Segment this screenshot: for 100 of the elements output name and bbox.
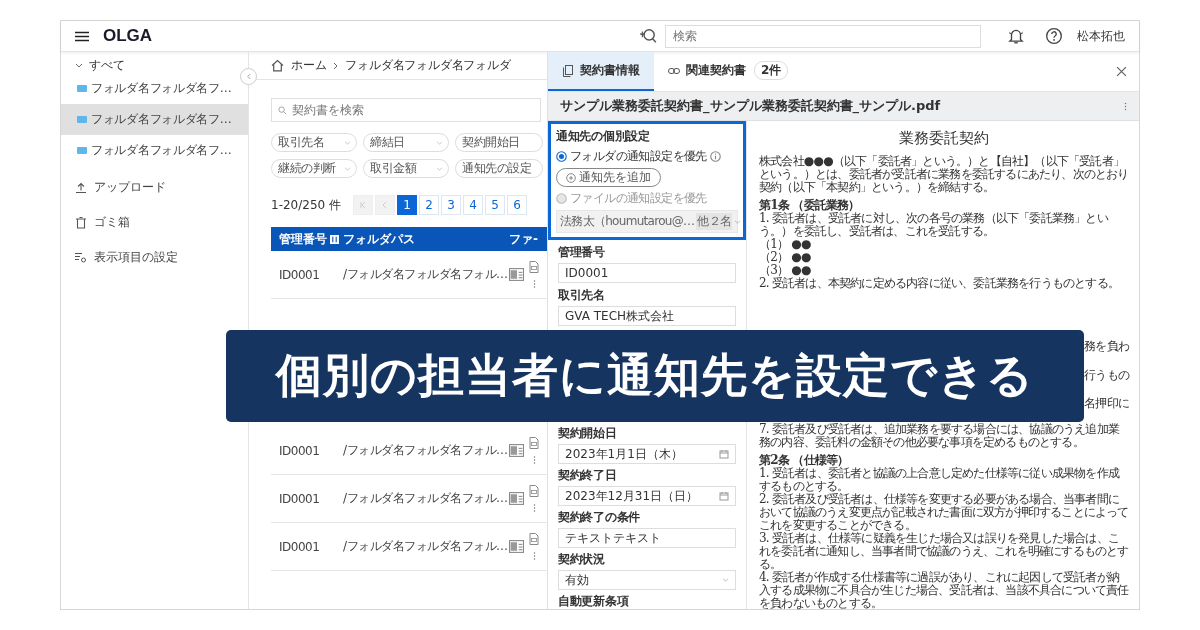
table-cell: /フォルダ名フォルダ名フォル… (343, 266, 509, 283)
info-icon[interactable] (709, 151, 721, 162)
contact-card-icon[interactable] (509, 540, 524, 553)
trash-icon (75, 216, 87, 229)
table-cell: /フォルダ名フォルダ名フォル… (343, 490, 509, 507)
folder-item[interactable]: フォルダ名フォルダ名フ… (61, 104, 248, 135)
text-field[interactable]: テキストテキスト (558, 528, 736, 548)
page-button[interactable]: 5 (485, 195, 505, 215)
contract-paragraph: 3. 受託者は、仕様等に疑義を生じた場合又は誤りを発見した場合は、これを委託者に通知し、当事者間で協議のうえ、これを明確にするものとする。 (759, 532, 1129, 571)
search-field[interactable]: 契約書を検索 (271, 98, 541, 122)
contract-paragraph: 4. 委託者が作成する仕様書等に過誤があり、これに起因して受託者が納入する成果物に不具合が生じた場合、受託者は、当該不具合について責任を負わないものとする。 (759, 571, 1129, 610)
calendar-icon (719, 449, 729, 459)
radio-label[interactable]: フォルダの通知設定を優先 (570, 148, 707, 165)
page-button[interactable]: 6 (507, 195, 527, 215)
table-cell: /フォルダ名フォルダ名フォル… (343, 538, 509, 555)
table-cell-text: ID0001 (279, 443, 321, 458)
field-label: 管理番号 (558, 244, 606, 261)
pdf-file-icon[interactable] (529, 436, 539, 449)
count-badge: 2件 (754, 61, 789, 80)
page-button[interactable]: 4 (463, 195, 483, 215)
pdf-file-icon[interactable] (529, 532, 539, 545)
text-fragment: 名押印に (1084, 394, 1129, 412)
more-options-icon[interactable] (532, 550, 536, 561)
radio-button[interactable] (556, 151, 567, 162)
caret-icon (722, 578, 729, 582)
column-header[interactable]: 管理番号 (279, 230, 343, 248)
table-cell-text: ID0001 (279, 491, 321, 506)
more-options-icon[interactable] (532, 502, 536, 513)
article-heading: 第1条 （委託業務） (759, 199, 860, 212)
article-heading: 第2条 （仕様等） (759, 454, 849, 467)
recipient-select[interactable]: 法務太（houmutarou@… 他２名 (556, 210, 738, 233)
folder-icon (77, 147, 87, 154)
user-name[interactable]: 松本拓也 (1077, 27, 1125, 45)
text-field[interactable]: GVA TECH株式会社 (558, 306, 736, 326)
breadcrumb-link[interactable]: ホーム (291, 57, 327, 74)
caret-icon (436, 166, 443, 171)
contract-paragraph: 1. 委託者は、受託者に対し、次の各号の業務（以下「委託業務」という。）を委託し、受託者は、これを受託する。 (759, 212, 1110, 238)
contact-card-icon[interactable] (509, 268, 524, 281)
bell-icon[interactable] (1007, 27, 1025, 45)
search-icon[interactable] (639, 27, 657, 45)
search-field[interactable]: 検索 (665, 24, 981, 48)
contact-card-icon[interactable] (509, 492, 524, 505)
text-fragment: 行うもの (1084, 366, 1129, 384)
home-icon[interactable] (271, 59, 284, 72)
tree-item[interactable]: すべて (61, 57, 139, 73)
chevron-right-icon (333, 61, 339, 70)
caret-icon (436, 140, 443, 145)
contact-card-icon[interactable] (509, 444, 524, 457)
contract-paragraph: 株式会社●●●（以下「委託者」という。）と【自社】（以下「受託者」という。）とは、委託者が受託者に業務を委託するにあたり、次のとおり契約（以下「本契約」という。）を締結する。 (759, 155, 1129, 194)
chevron-icon (75, 62, 83, 68)
document-title: 業務委託契約 (898, 129, 990, 148)
sidebar-action[interactable]: ゴミ箱 (61, 205, 248, 240)
sidebar-action[interactable]: アップロード (61, 170, 248, 205)
breadcrumb-link[interactable]: フォルダ名フォルダ名フォルダ (345, 57, 511, 74)
page-button[interactable]: 3 (441, 195, 461, 215)
sidebar-action[interactable]: 表示項目の設定 (61, 240, 248, 275)
caret-icon (344, 140, 351, 145)
section-label: 通知先の個別設定 (556, 128, 651, 145)
sort-icon[interactable] (330, 234, 339, 244)
field-label: 自動更新条項 (558, 593, 630, 610)
list-item: （3） ●● (759, 264, 812, 277)
more-options-icon[interactable] (532, 454, 536, 465)
plus-circle-icon (566, 172, 576, 183)
page-button[interactable]: 2 (419, 195, 439, 215)
page-button[interactable]: 1 (397, 195, 417, 215)
table-cell-text: ID0001 (279, 267, 321, 282)
calendar-icon (719, 491, 729, 501)
close-icon[interactable] (1116, 66, 1127, 77)
more-options-icon[interactable] (532, 278, 536, 289)
pdf-file-icon[interactable] (529, 260, 539, 273)
contract-paragraph: 1. 受託者は、委託者と協議の上合意し定めた仕様等に従い成果物を作成するものとする。 (759, 467, 1121, 493)
column-header[interactable]: フォルダパス (343, 230, 509, 248)
date-field[interactable]: 2023年1月1日（木） (558, 444, 736, 464)
search-icon (278, 106, 287, 115)
menu-icon[interactable] (75, 30, 89, 42)
count-badge: 他２名 (696, 213, 733, 230)
chevron-left-icon (246, 73, 251, 80)
table-cell-text: ID0001 (279, 539, 321, 554)
text-field[interactable]: ID0001 (558, 263, 736, 283)
help-icon[interactable] (1045, 27, 1063, 45)
pdf-file-icon[interactable] (529, 484, 539, 497)
file-name: サンプル業務委託契約書_サンプル業務委託契約書_サンプル.pdf (560, 97, 941, 115)
document-icon (562, 64, 574, 77)
folder-icon (77, 116, 87, 123)
folder-item[interactable]: フォルダ名フォルダ名フ… (61, 73, 248, 104)
table-cell: /フォルダ名フォルダ名フォル… (343, 442, 509, 459)
list-item: （2） ●● (759, 251, 812, 264)
column-header[interactable]: ファ- (509, 230, 539, 248)
contract-paragraph: 2. 受託者は、本契約に定める内容に従い、委託業務を行うものとする。 (759, 277, 1121, 290)
date-field[interactable]: 2023年12月31日（日） (558, 486, 736, 506)
contract-paragraph: 7. 委託者及び受託者は、追加業務を要する場合には、協議のうえ追加業務の内容、委託料の金額その他必要な事項を定めるものとする。 (759, 423, 1121, 449)
tab[interactable]: 関連契約書 2件 (654, 52, 803, 91)
field-label: 取引先名 (558, 287, 606, 304)
select-field[interactable]: 有効 (558, 570, 736, 590)
field-label: 契約状況 (558, 551, 606, 568)
folder-item[interactable]: フォルダ名フォルダ名フ… (61, 135, 248, 166)
app-logo: OLGA (103, 26, 153, 46)
tab[interactable]: 契約書情報 (548, 52, 654, 91)
contract-paragraph: 2. 委託者及び受託者は、仕様等を変更する必要がある場合、当事者間において協議のうえ変更点が記載された書面に双方が押印することによってこれを変更することができる。 (759, 493, 1129, 532)
folder-icon (77, 85, 87, 92)
